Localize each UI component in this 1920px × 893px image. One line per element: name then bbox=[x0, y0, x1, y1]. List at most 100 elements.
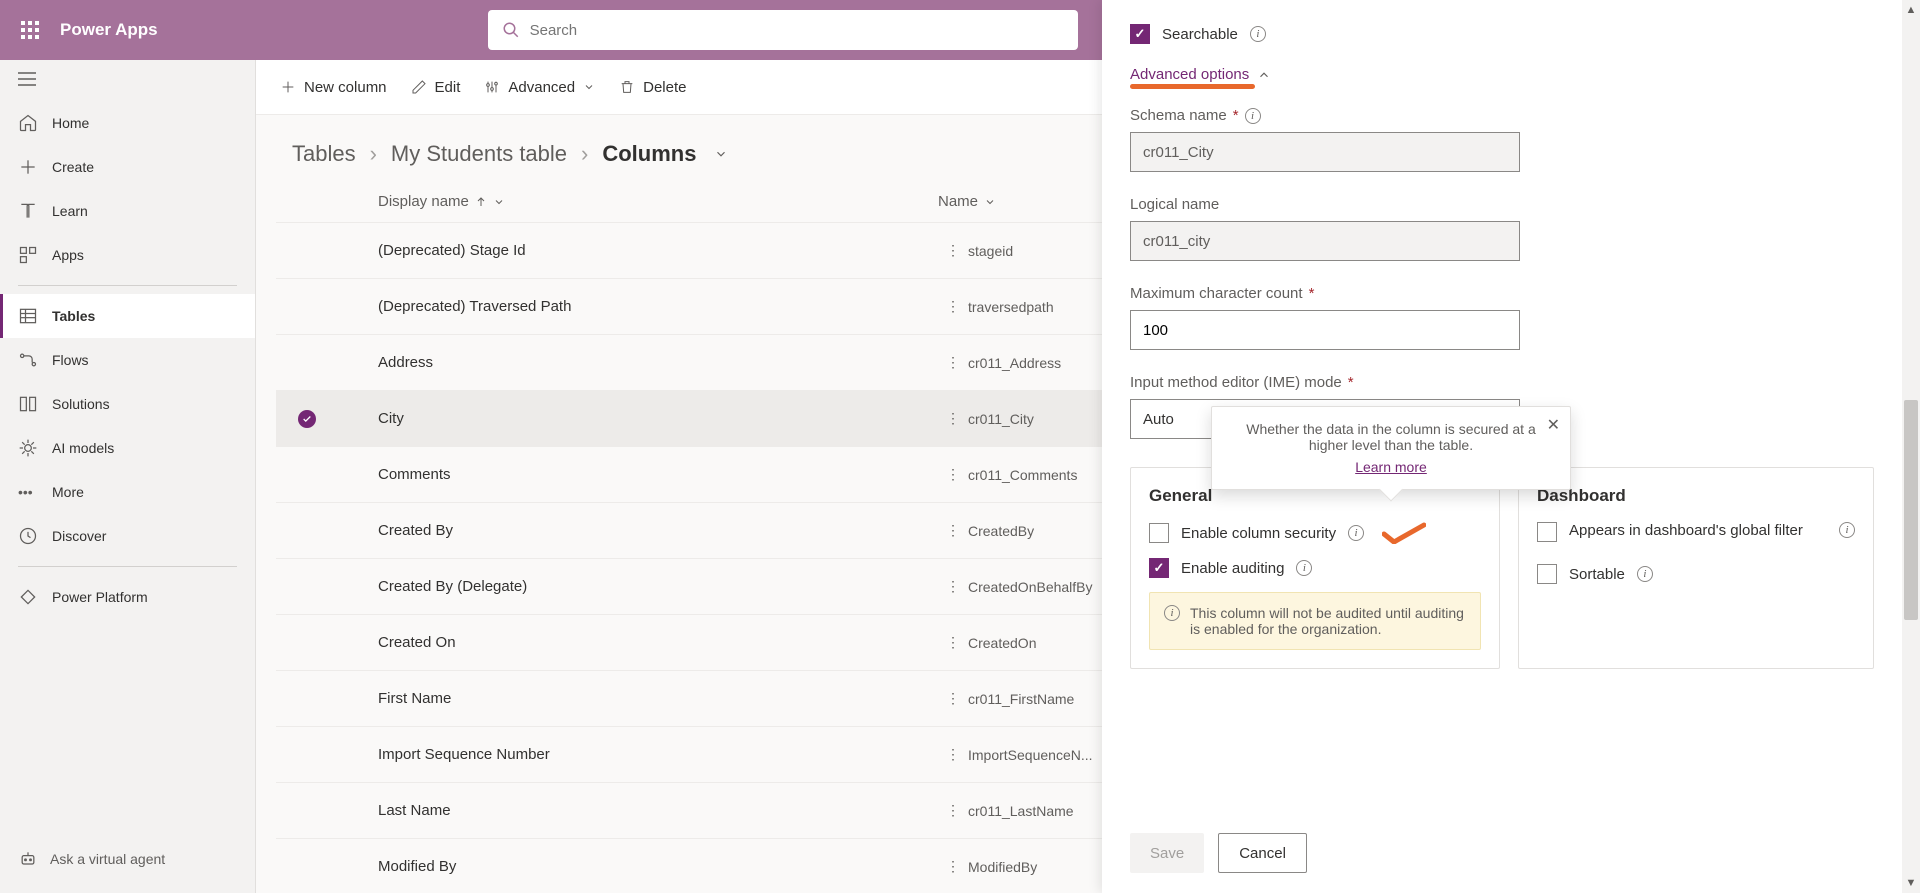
header-name[interactable]: Name bbox=[938, 193, 978, 210]
info-icon[interactable] bbox=[1296, 560, 1312, 576]
max-chars-input[interactable] bbox=[1130, 310, 1520, 350]
chevron-right-icon: › bbox=[370, 141, 377, 167]
new-column-button[interactable]: New column bbox=[280, 79, 387, 96]
column-security-tooltip: ✕ Whether the data in the column is secu… bbox=[1211, 406, 1571, 490]
info-icon[interactable] bbox=[1348, 525, 1364, 541]
row-display-name: Created By bbox=[378, 522, 938, 539]
new-column-label: New column bbox=[304, 79, 387, 96]
nav-divider bbox=[18, 285, 237, 286]
dashboard-card: Dashboard Appears in dashboard's global … bbox=[1518, 467, 1874, 669]
row-display-name: Comments bbox=[378, 466, 938, 483]
row-more-icon[interactable]: ⋮ bbox=[938, 354, 968, 371]
row-more-icon[interactable]: ⋮ bbox=[938, 634, 968, 651]
edit-column-panel: Searchable Advanced options Schema name … bbox=[1102, 0, 1902, 893]
breadcrumb-columns[interactable]: Columns bbox=[602, 141, 696, 167]
tooltip-text: Whether the data in the column is secure… bbox=[1246, 421, 1536, 453]
delete-label: Delete bbox=[643, 79, 686, 96]
info-icon bbox=[1164, 605, 1180, 621]
cancel-button[interactable]: Cancel bbox=[1218, 833, 1307, 873]
search-input[interactable] bbox=[530, 22, 1064, 39]
chevron-down-icon[interactable] bbox=[493, 196, 505, 208]
row-more-icon[interactable]: ⋮ bbox=[938, 690, 968, 707]
nav-divider-2 bbox=[18, 566, 237, 567]
save-button[interactable]: Save bbox=[1130, 833, 1204, 873]
ask-virtual-agent[interactable]: Ask a virtual agent bbox=[0, 837, 255, 881]
ime-mode-value: Auto bbox=[1143, 411, 1174, 428]
nav-more[interactable]: ••• More bbox=[0, 470, 255, 514]
sortable-checkbox[interactable] bbox=[1537, 564, 1557, 584]
chevron-down-icon[interactable] bbox=[984, 196, 996, 208]
close-icon[interactable]: ✕ bbox=[1547, 415, 1560, 435]
delete-button[interactable]: Delete bbox=[619, 79, 686, 96]
app-title: Power Apps bbox=[60, 20, 158, 40]
row-more-icon[interactable]: ⋮ bbox=[938, 802, 968, 819]
advanced-button[interactable]: Advanced bbox=[484, 79, 595, 96]
schema-name-input bbox=[1130, 132, 1520, 172]
advanced-label: Advanced bbox=[508, 79, 575, 96]
enable-column-security-checkbox[interactable] bbox=[1149, 523, 1169, 543]
logical-name-input bbox=[1130, 221, 1520, 261]
chevron-down-icon[interactable] bbox=[714, 147, 728, 161]
row-more-icon[interactable]: ⋮ bbox=[938, 522, 968, 539]
nav-power-platform[interactable]: Power Platform bbox=[0, 575, 255, 619]
row-more-icon[interactable]: ⋮ bbox=[938, 242, 968, 259]
nav-create[interactable]: Create bbox=[0, 145, 255, 189]
row-name: ImportSequenceN... bbox=[968, 747, 1093, 763]
row-more-icon[interactable]: ⋮ bbox=[938, 466, 968, 483]
nav-flows-label: Flows bbox=[52, 352, 89, 368]
nav-aimodels[interactable]: AI models bbox=[0, 426, 255, 470]
app-launcher-icon[interactable] bbox=[10, 21, 50, 39]
nav-apps[interactable]: Apps bbox=[0, 233, 255, 277]
appears-in-filter-checkbox[interactable] bbox=[1537, 522, 1557, 542]
schema-name-label: Schema name bbox=[1130, 107, 1227, 124]
row-more-icon[interactable]: ⋮ bbox=[938, 578, 968, 595]
nav-tables[interactable]: Tables bbox=[0, 294, 255, 338]
breadcrumb-entity[interactable]: My Students table bbox=[391, 141, 567, 167]
max-chars-label: Maximum character count bbox=[1130, 285, 1303, 302]
row-name: CreatedBy bbox=[968, 523, 1034, 539]
row-more-icon[interactable]: ⋮ bbox=[938, 298, 968, 315]
nav-create-label: Create bbox=[52, 159, 94, 175]
breadcrumb-tables[interactable]: Tables bbox=[292, 141, 356, 167]
header-display-name[interactable]: Display name bbox=[378, 193, 469, 210]
nav-solutions-label: Solutions bbox=[52, 396, 110, 412]
enable-column-security-label: Enable column security bbox=[1181, 525, 1336, 542]
row-name: ModifiedBy bbox=[968, 859, 1037, 875]
row-more-icon[interactable]: ⋮ bbox=[938, 858, 968, 875]
info-icon[interactable] bbox=[1245, 108, 1261, 124]
sortable-label: Sortable bbox=[1569, 566, 1625, 583]
nav-learn[interactable]: Learn bbox=[0, 189, 255, 233]
row-name: cr011_FirstName bbox=[968, 691, 1074, 707]
row-select[interactable] bbox=[292, 410, 322, 428]
annotation-checkmark bbox=[1382, 522, 1426, 544]
nav-flows[interactable]: Flows bbox=[0, 338, 255, 382]
info-icon[interactable] bbox=[1637, 566, 1653, 582]
row-more-icon[interactable]: ⋮ bbox=[938, 746, 968, 763]
row-display-name: Import Sequence Number bbox=[378, 746, 938, 763]
scroll-down-icon[interactable]: ▼ bbox=[1902, 873, 1920, 893]
nav-solutions[interactable]: Solutions bbox=[0, 382, 255, 426]
row-display-name: (Deprecated) Traversed Path bbox=[378, 298, 938, 315]
appears-in-filter-label: Appears in dashboard's global filter bbox=[1569, 522, 1827, 539]
info-icon[interactable] bbox=[1839, 522, 1855, 538]
row-name: cr011_City bbox=[968, 411, 1034, 427]
sort-asc-icon bbox=[475, 196, 487, 208]
vertical-scrollbar[interactable]: ▲ ▼ bbox=[1902, 0, 1920, 893]
row-name: CreatedOn bbox=[968, 635, 1036, 651]
enable-auditing-checkbox[interactable] bbox=[1149, 558, 1169, 578]
advanced-options-toggle[interactable]: Advanced options bbox=[1130, 66, 1874, 83]
nav-discover[interactable]: Discover bbox=[0, 514, 255, 558]
scroll-up-icon[interactable]: ▲ bbox=[1902, 0, 1920, 20]
nav-home[interactable]: Home bbox=[0, 101, 255, 145]
search-box[interactable] bbox=[488, 10, 1078, 50]
scrollbar-thumb[interactable] bbox=[1904, 400, 1918, 620]
nav-collapse-button[interactable] bbox=[0, 60, 255, 101]
learn-more-link[interactable]: Learn more bbox=[1230, 459, 1552, 475]
row-name: stageid bbox=[968, 243, 1013, 259]
row-name: cr011_LastName bbox=[968, 803, 1074, 819]
row-more-icon[interactable]: ⋮ bbox=[938, 410, 968, 427]
edit-button[interactable]: Edit bbox=[411, 79, 461, 96]
dashboard-title: Dashboard bbox=[1537, 486, 1855, 506]
searchable-checkbox[interactable] bbox=[1130, 24, 1150, 44]
info-icon[interactable] bbox=[1250, 26, 1266, 42]
